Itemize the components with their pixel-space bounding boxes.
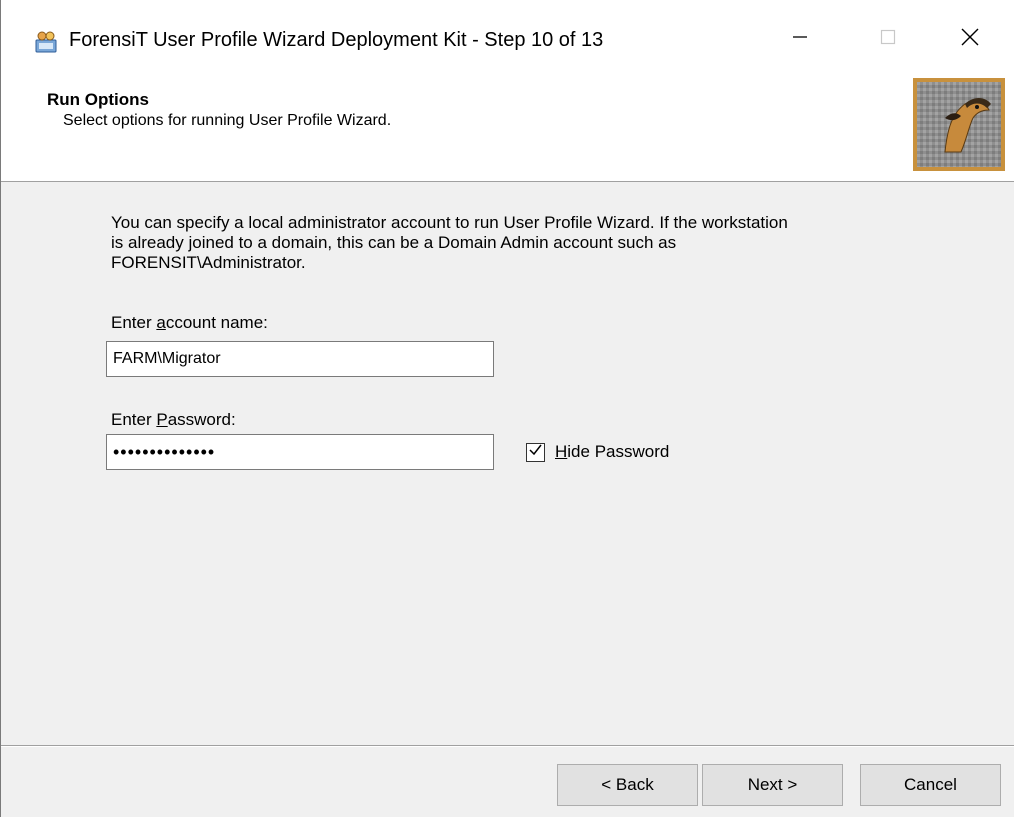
cancel-button[interactable]: Cancel: [860, 764, 1001, 806]
checkbox-box[interactable]: [526, 442, 545, 462]
footer-divider: [1, 745, 1014, 747]
account-label-part: ccount name:: [165, 313, 268, 332]
wizard-window: ForensiT User Profile Wizard Deployment …: [0, 0, 1014, 817]
window-title: ForensiT User Profile Wizard Deployment …: [69, 29, 604, 51]
instructions-text: You can specify a local administrator ac…: [111, 213, 788, 272]
password-masked-value: ••••••••••••••: [113, 441, 216, 462]
next-button[interactable]: Next >: [702, 764, 843, 806]
minimize-button[interactable]: [771, 14, 829, 64]
password-field[interactable]: ••••••••••••••: [106, 434, 494, 470]
account-label-part: Enter: [111, 313, 157, 332]
password-label-accelerator: P: [156, 410, 168, 429]
hide-password-accelerator: H: [555, 442, 568, 461]
password-label-part: assword:: [167, 410, 236, 429]
checkmark-icon: [528, 442, 543, 462]
profile-wizard-app-icon: [33, 30, 59, 54]
page-subtitle: Select options for running User Profile …: [63, 112, 392, 129]
maximize-button[interactable]: [859, 14, 917, 64]
forensit-logo: [913, 78, 1005, 171]
account-label-accelerator: a: [156, 313, 166, 332]
page-title: Run Options: [47, 90, 149, 109]
maximize-icon: [879, 28, 897, 51]
back-button[interactable]: < Back: [557, 764, 698, 806]
password-label: Enter Password:: [111, 410, 236, 430]
password-label-part: Enter: [111, 410, 157, 429]
close-icon: [960, 27, 980, 52]
account-name-field[interactable]: FARM\Migrator: [106, 341, 494, 377]
account-name-label: Enter account name:: [111, 313, 268, 333]
minimize-icon: [791, 28, 809, 51]
title-bar[interactable]: ForensiT User Profile Wizard Deployment …: [1, 0, 1014, 78]
hide-password-checkbox[interactable]: Hide Password: [526, 442, 669, 462]
hide-password-label: Hide Password: [555, 442, 669, 462]
close-button[interactable]: [941, 14, 999, 64]
hide-password-label-rest: ide Password: [567, 442, 670, 461]
wizard-header: Run Options Select options for running U…: [1, 78, 1014, 182]
